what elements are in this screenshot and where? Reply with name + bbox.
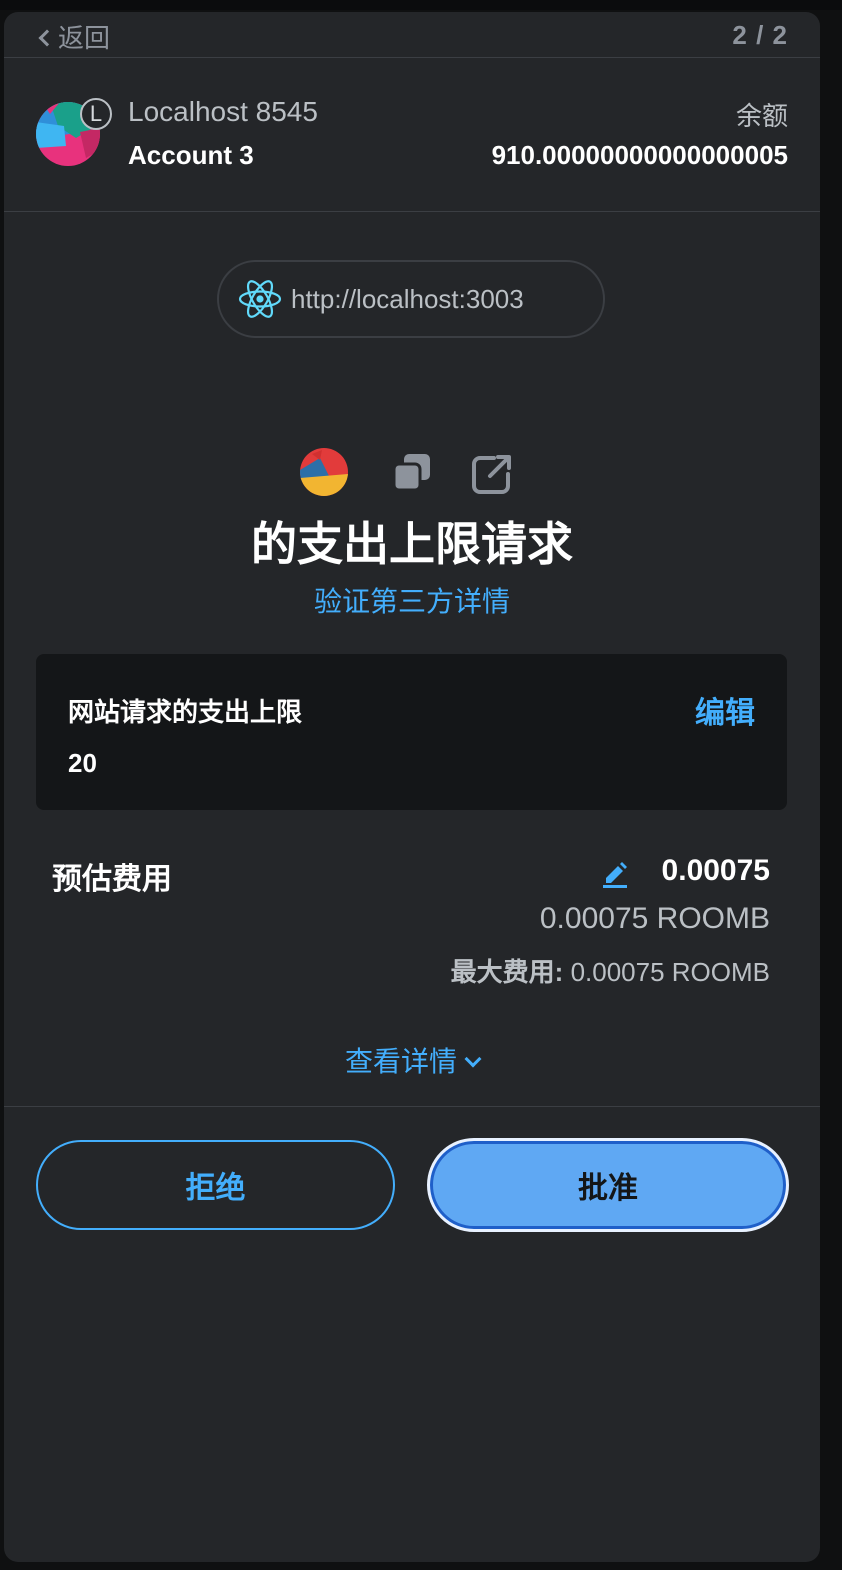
back-button[interactable]: 返回 bbox=[36, 18, 110, 55]
estimated-fee-value: 0.00075 bbox=[661, 854, 770, 887]
view-details-toggle[interactable]: 查看详情 bbox=[4, 1040, 820, 1080]
external-link-icon[interactable] bbox=[470, 452, 514, 496]
window-frame: 返回 2 / 2 L Localhost 8545 Account 3 余额 9… bbox=[0, 0, 842, 1570]
verify-third-party-link[interactable]: 验证第三方详情 bbox=[4, 580, 820, 620]
estimated-fee-label: 预估费用 bbox=[52, 863, 172, 896]
account-header: L Localhost 8545 Account 3 余额 910.000000… bbox=[4, 58, 820, 212]
spending-limit-value: 20 bbox=[68, 748, 97, 778]
pencil-icon[interactable] bbox=[600, 858, 630, 888]
token-actions bbox=[300, 448, 530, 498]
back-label: 返回 bbox=[58, 23, 111, 53]
network-badge: L bbox=[80, 98, 112, 130]
max-fee: 最大费用: 0.00075 ROOMB bbox=[451, 952, 770, 989]
page-counter: 2 / 2 bbox=[732, 20, 788, 50]
top-strip bbox=[0, 0, 842, 10]
origin-pill: http://localhost:3003 bbox=[217, 260, 605, 338]
max-fee-value: 0.00075 ROOMB bbox=[570, 957, 770, 987]
copy-icon[interactable] bbox=[392, 452, 432, 492]
token-icon bbox=[300, 448, 348, 496]
max-fee-label: 最大费用: bbox=[450, 957, 564, 987]
balance-value: 910.00000000000000005 bbox=[491, 140, 788, 170]
spending-limit-card: 网站请求的支出上限 编辑 20 bbox=[36, 654, 787, 810]
edit-limit-button[interactable]: 编辑 bbox=[695, 688, 755, 732]
spending-limit-label: 网站请求的支出上限 bbox=[68, 697, 303, 727]
page-title: 的支出上限请求 bbox=[251, 518, 573, 570]
account-name: Account 3 bbox=[128, 140, 254, 170]
network-name: Localhost 8545 bbox=[128, 96, 318, 127]
estimated-fee-secondary: 0.00075 ROOMB bbox=[539, 902, 770, 935]
react-atom-icon bbox=[238, 280, 282, 318]
chevron-down-icon bbox=[464, 1050, 482, 1068]
confirmation-panel: 返回 2 / 2 L Localhost 8545 Account 3 余额 9… bbox=[4, 12, 820, 1562]
nav-bar: 返回 2 / 2 bbox=[4, 12, 820, 58]
origin-url: http://localhost:3003 bbox=[291, 283, 524, 314]
view-details-label: 查看详情 bbox=[344, 1046, 457, 1077]
approve-button[interactable]: 批准 bbox=[427, 1138, 789, 1232]
balance-label: 余额 bbox=[735, 101, 788, 131]
footer-divider bbox=[4, 1106, 820, 1107]
chevron-left-icon bbox=[36, 24, 52, 50]
reject-button[interactable]: 拒绝 bbox=[36, 1140, 395, 1230]
